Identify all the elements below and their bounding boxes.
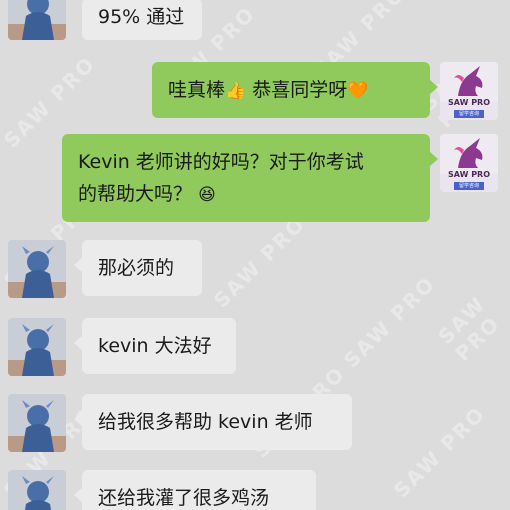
grinning-face-icon: 😆 <box>198 185 216 205</box>
message-text: 那必须的 <box>98 257 175 279</box>
message-text: 恭喜同学呀 <box>246 79 348 101</box>
message-bubble[interactable]: kevin 大法好 <box>74 318 236 374</box>
logo-strip: 留学咨询 <box>454 182 484 190</box>
logo-brand: SAW PRO <box>447 170 491 179</box>
sender-avatar[interactable] <box>8 470 66 510</box>
sender-avatar[interactable] <box>8 240 66 298</box>
logo-brand: SAW PRO <box>447 98 491 107</box>
message-bubble[interactable]: 95% 通过 <box>82 0 202 40</box>
message-text: kevin 大法好 <box>98 335 212 357</box>
self-avatar[interactable]: SAW PRO 留学咨询 <box>440 134 498 192</box>
thumbs-up-icon: 👍 <box>225 81 247 101</box>
heart-icon: 🧡 <box>347 81 369 101</box>
sender-avatar[interactable] <box>8 318 66 376</box>
sender-avatar[interactable] <box>8 394 66 452</box>
avatar-figure-icon <box>8 470 66 510</box>
watermark: SAW PRO <box>433 291 505 366</box>
avatar-figure-icon <box>8 318 66 376</box>
logo-strip: 留学咨询 <box>454 110 484 118</box>
sender-avatar[interactable] <box>8 0 66 40</box>
self-avatar[interactable]: SAW PRO 留学咨询 <box>440 62 498 120</box>
message-bubble[interactable]: 那必须的 <box>74 240 202 296</box>
message-text: 的帮助大吗？ <box>78 183 193 205</box>
message-text: 哇真棒 <box>168 79 226 101</box>
unicorn-logo-icon <box>440 62 498 102</box>
avatar-figure-icon <box>8 0 66 40</box>
watermark: SAW PRO <box>388 401 491 503</box>
watermark: SAW PRO <box>338 271 441 373</box>
message-bubble[interactable]: Kevin 老师讲的好吗？对于你考试 的帮助大吗？ 😆 <box>62 134 438 222</box>
message-bubble[interactable]: 还给我灌了很多鸡汤 <box>74 470 316 510</box>
message-bubble[interactable]: 哇真棒👍 恭喜同学呀🧡 <box>152 62 438 118</box>
message-text: 95% 通过 <box>98 6 185 28</box>
unicorn-logo-icon <box>440 134 498 174</box>
message-text: 给我很多帮助 kevin 老师 <box>98 411 313 433</box>
avatar-figure-icon <box>8 394 66 452</box>
watermark: SAW PRO <box>208 211 311 313</box>
chat-window: SAW PRO SAW PRO SAW PRO SAW PRO SAW PRO … <box>0 0 510 510</box>
message-bubble[interactable]: 给我很多帮助 kevin 老师 <box>74 394 352 450</box>
message-text: 还给我灌了很多鸡汤 <box>98 487 270 509</box>
avatar-figure-icon <box>8 240 66 298</box>
message-text: Kevin 老师讲的好吗？对于你考试 <box>78 151 364 173</box>
